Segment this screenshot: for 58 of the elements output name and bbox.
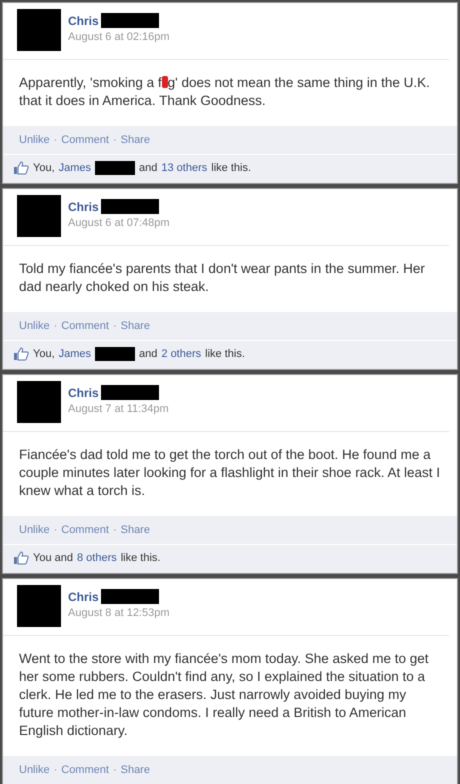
likes-text: like this. [205, 348, 245, 360]
liker-link[interactable]: James [58, 162, 92, 174]
thumbs-up-icon [13, 551, 29, 565]
action-link[interactable]: Unlike [19, 320, 50, 332]
likes-text: You and [33, 552, 73, 564]
action-link[interactable]: Comment [61, 524, 109, 536]
separator-dot: · [54, 524, 58, 536]
action-link[interactable]: Share [120, 320, 150, 332]
post-text: Fiancée's dad told me to get the torch out of the boot. He found me a couple minutes later looking for a flashlight in their shoe rack. At least I knew what a torch is. [18, 446, 441, 500]
separator-dot: · [54, 320, 58, 332]
action-link[interactable]: Comment [61, 764, 109, 776]
liker-link[interactable]: 8 others [76, 552, 117, 564]
redaction-bar [100, 199, 159, 214]
action-link[interactable]: Share [120, 524, 150, 536]
redaction-bar [100, 13, 159, 28]
post-time: August 6 at 07:48pm [68, 217, 170, 229]
post-text: Went to the store with my fiancée's mom today. She asked me to get her some rubbers. Couldn't find any, so I explained the situation to a clerk. He led me to the erasers. Just narrowly avoided buying my future mother-in-law condoms. I really need a British to American English dictionary. [18, 650, 430, 740]
action-link[interactable]: Comment [61, 134, 109, 146]
likes-text: like this. [211, 162, 252, 174]
separator-dot: · [112, 320, 117, 332]
liker-link[interactable]: James [58, 348, 92, 360]
likes-text: and [139, 348, 158, 360]
thumbs-up-icon [13, 161, 29, 175]
author-link[interactable]: Chris [68, 14, 99, 28]
author-link[interactable]: Chris [68, 590, 99, 604]
redaction-bar [95, 347, 136, 361]
action-link[interactable]: Share [120, 134, 150, 146]
thumbs-up-icon [13, 347, 29, 361]
action-link[interactable]: Share [120, 764, 150, 776]
redacted-avatar [17, 585, 61, 627]
author-link[interactable]: Chris [68, 200, 99, 214]
liker-link[interactable]: 13 others [161, 162, 208, 174]
separator-dot: · [54, 764, 58, 776]
likes-text: and [139, 162, 158, 174]
author-link[interactable]: Chris [68, 386, 99, 400]
action-link[interactable]: Unlike [19, 524, 50, 536]
liker-link[interactable]: 2 others [161, 348, 202, 360]
separator-dot: · [54, 134, 58, 146]
separator-dot: · [112, 524, 117, 536]
separator-dot: · [112, 764, 117, 776]
post-time: August 6 at 02:16pm [68, 31, 170, 43]
post-time: August 8 at 12:53pm [68, 607, 170, 619]
action-link[interactable]: Unlike [19, 134, 50, 146]
likes-text: You, [33, 162, 55, 174]
action-link[interactable]: Unlike [19, 764, 50, 776]
redaction-bar [95, 161, 136, 175]
redacted-avatar [17, 195, 61, 237]
redaction-bar [100, 589, 159, 604]
action-link[interactable]: Comment [61, 320, 109, 332]
redacted-avatar [17, 381, 61, 423]
likes-text: like this. [120, 552, 160, 564]
likes-text: You, [33, 348, 55, 360]
redaction-bar [100, 385, 159, 400]
post-text: Apparently, 'smoking a f g' does not mean the same thing in the U.K. that it does in America. Thank Goodness. [18, 74, 431, 110]
post-time: August 7 at 11:34pm [68, 403, 169, 415]
separator-dot: · [112, 134, 117, 146]
post-text: Told my fiancée's parents that I don't wear pants in the summer. Her dad nearly choked on his steak. [18, 260, 426, 296]
redacted-avatar [17, 9, 61, 51]
